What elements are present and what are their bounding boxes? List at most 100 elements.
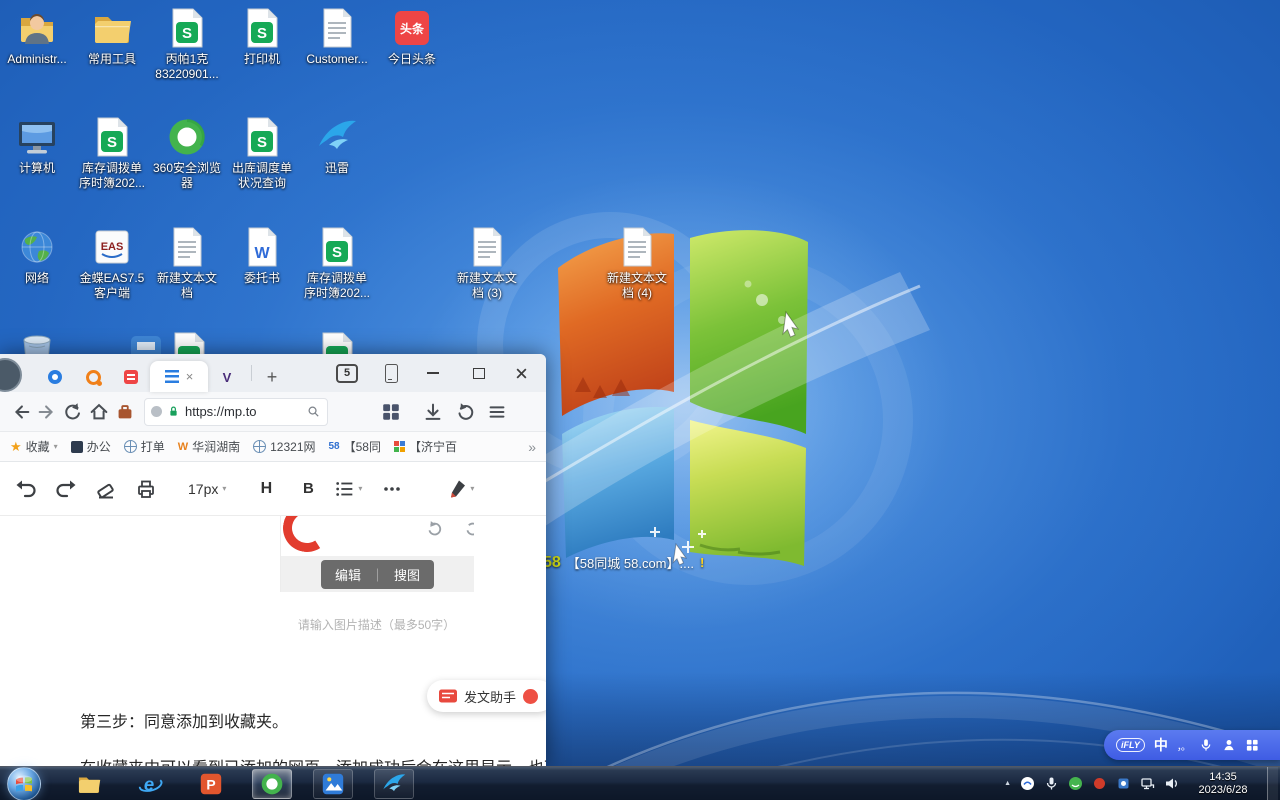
taskbar-ie[interactable]: e (130, 769, 170, 799)
desktop-icon-textdoc4[interactable]: 新建文本文 档 (4) (599, 225, 675, 301)
360-tray-icon[interactable] (1068, 776, 1083, 791)
bold-button[interactable]: B (296, 480, 320, 497)
print-button[interactable] (134, 477, 158, 501)
desktop-icon-chuku[interactable]: S 出库调度单 状况查询 (224, 115, 300, 191)
desktop-icon-customer-doc[interactable]: Customer... (299, 6, 375, 67)
bookmark-bangong[interactable]: 办公 (71, 438, 111, 455)
photos-icon (320, 771, 346, 797)
show-desktop-button[interactable] (1267, 767, 1278, 800)
close-button[interactable] (506, 354, 536, 392)
eraser-button[interactable] (94, 477, 118, 501)
app-tray-icon[interactable] (1116, 776, 1131, 791)
new-tab-button[interactable]: + (257, 362, 287, 392)
minimize-button[interactable] (418, 354, 448, 392)
desktop-icon-textdoc[interactable]: 新建文本文 档 (149, 225, 225, 301)
image-edit-button[interactable]: 编辑 (335, 565, 361, 584)
desktop-icon-toutiao[interactable]: 头条 今日头条 (374, 6, 450, 67)
desktop-icon-360-browser[interactable]: 360安全浏览 器 (149, 115, 225, 191)
font-size-value: 17px (188, 481, 218, 497)
desktop-icon-thunder[interactable]: 迅雷 (299, 115, 375, 176)
site-info-icon[interactable] (151, 406, 162, 417)
font-size-select[interactable]: 17px▾ (188, 481, 226, 497)
home-button[interactable] (86, 399, 112, 425)
volume-tray-icon[interactable] (1164, 776, 1179, 791)
bookmark-dadan[interactable]: 打单 (124, 438, 165, 455)
v-favicon: V (223, 370, 232, 385)
list-button[interactable]: ▾ (334, 478, 362, 500)
status-red-tray-icon[interactable] (1092, 776, 1107, 791)
desktop-icon-textdoc3[interactable]: 新建文本文 档 (3) (449, 225, 525, 301)
browser-avatar[interactable] (0, 358, 22, 392)
network-tray-icon[interactable] (1140, 776, 1155, 791)
image-search-button[interactable]: 搜图 (394, 565, 420, 584)
desktop-icon-printer-doc[interactable]: S 打印机 (224, 6, 300, 67)
image-hover-bar: 编辑 ｜ 搜图 (281, 556, 474, 592)
highlight-pen-button[interactable]: ▾ (446, 478, 474, 500)
workspace-button[interactable] (112, 399, 138, 425)
redo-button[interactable] (54, 477, 78, 501)
desktop-icon-eas-client[interactable]: EAS 金蝶EAS7.5 客户端 (74, 225, 150, 301)
publish-assistant-button[interactable]: 发文助手 (427, 680, 546, 712)
bookmark-jining[interactable]: 【济宁百 (394, 438, 457, 455)
tab-1[interactable] (36, 362, 74, 392)
desktop-icon-wps-kucun2[interactable]: S 库存调拨单 序时簿202... (299, 225, 375, 301)
maximize-button[interactable] (464, 354, 494, 392)
desktop-icon-administrator[interactable]: Administr... (0, 6, 75, 67)
desktop-icon-network[interactable]: 网络 (0, 225, 75, 286)
ime-language-toggle[interactable]: 中 (1154, 735, 1168, 755)
article-paragraph-clipped[interactable]: 在收藏夹中可以看到已添加的网页，添加成功后会在这里显示，也可以 (80, 754, 546, 766)
desktop-icon-wps-binpa[interactable]: S 丙帕1克 83220901... (149, 6, 225, 82)
history-restore-button[interactable] (452, 399, 478, 425)
downloads-button[interactable] (420, 399, 446, 425)
desktop-shortcut-58[interactable]: 58 【58同城 58.com】.... ! (543, 553, 704, 572)
taskbar-explorer[interactable] (69, 769, 109, 799)
58-favicon: 58 (329, 441, 340, 452)
user-icon[interactable] (1222, 738, 1236, 752)
tab-5[interactable]: V (208, 362, 246, 392)
phone-sync-button[interactable] (376, 354, 406, 392)
desktop-icon-weituoshu[interactable]: W 委托书 (224, 225, 300, 286)
bookmark-label: 12321网 (270, 438, 315, 455)
bookmark-favorites[interactable]: ★收藏▾ (10, 438, 58, 455)
forward-button[interactable] (34, 399, 60, 425)
more-tools-button[interactable] (380, 477, 404, 501)
tab-2[interactable] (74, 362, 112, 392)
bookmarks-overflow[interactable]: » (528, 439, 536, 455)
search-icon[interactable] (306, 404, 321, 419)
start-button[interactable] (0, 767, 48, 800)
hidden-icons-arrow[interactable]: ▲ (1004, 780, 1011, 787)
url-text[interactable]: https://mp.to (185, 404, 302, 419)
apps-grid-button[interactable] (378, 399, 404, 425)
back-button[interactable] (8, 399, 34, 425)
desktop-icon-computer[interactable]: 计算机 (0, 115, 75, 176)
tab-close-icon[interactable]: × (186, 370, 194, 383)
article-paragraph[interactable]: 第三步：同意添加到收藏夹。 (80, 708, 288, 732)
taskbar-clock[interactable]: 14:35 2023/6/28 (1192, 771, 1254, 797)
tab-count[interactable]: 5 (332, 354, 362, 392)
desktop-icon-wps-kucun1[interactable]: S 库存调拨单 序时簿202... (74, 115, 150, 191)
article-image[interactable]: 编辑 ｜ 搜图 (280, 516, 474, 592)
tab-3[interactable] (112, 362, 150, 392)
taskbar-ppt[interactable]: P (191, 769, 231, 799)
ime-tray-icon[interactable] (1020, 776, 1035, 791)
desktop-icon-common-tools[interactable]: 常用工具 (74, 6, 150, 67)
heading-button[interactable]: H (254, 480, 278, 498)
mic-icon[interactable] (1199, 738, 1213, 752)
taskbar-360-browser[interactable] (252, 769, 292, 799)
bookmark-58[interactable]: 58【58同 (329, 438, 381, 455)
ppt-icon: P (198, 771, 224, 797)
ifly-logo[interactable]: iFLY (1116, 738, 1145, 752)
taskbar-thunder[interactable] (374, 769, 414, 799)
bookmark-12321[interactable]: 12321网 (253, 438, 315, 455)
ime-punctuation-toggle[interactable]: ，。 (1177, 738, 1190, 753)
refresh-button[interactable] (60, 399, 86, 425)
image-caption-placeholder[interactable]: 请输入图片描述（最多50字） (280, 616, 473, 633)
menu-button[interactable] (484, 399, 510, 425)
mic-tray-icon[interactable] (1044, 776, 1059, 791)
grid-icon[interactable] (1245, 738, 1259, 752)
address-bar[interactable]: https://mp.to (144, 398, 328, 426)
bookmark-huarun[interactable]: W华润湖南 (178, 438, 240, 455)
tab-active[interactable]: × (150, 361, 208, 392)
taskbar-photos[interactable] (313, 769, 353, 799)
undo-button[interactable] (14, 477, 38, 501)
